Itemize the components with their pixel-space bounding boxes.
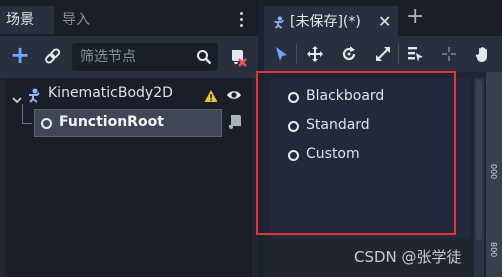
attach-script-icon[interactable] [228, 47, 248, 67]
tab-label: [未保存](*) [290, 14, 361, 30]
tree-item-label: KinematicBody2D [48, 85, 173, 101]
scene-dock: 场景 导入 + KinematicBody2D [0, 0, 258, 277]
search-icon [196, 49, 212, 65]
dock-tab-bar: 场景 导入 [0, 0, 258, 36]
pan-hand-icon[interactable] [474, 45, 492, 63]
ruler-mark: 800 [489, 242, 498, 258]
scene-tree: KinematicBody2D FunctionRoot [6, 78, 252, 277]
chevron-down-icon[interactable] [12, 90, 22, 104]
rotate-tool-icon[interactable] [340, 45, 358, 63]
kinematic-body-icon [26, 87, 42, 103]
annotation-highlight-box [256, 71, 456, 235]
tree-connector [22, 104, 32, 124]
ruler-mark: 000 [489, 164, 498, 180]
warning-icon[interactable] [204, 88, 218, 102]
add-node-icon[interactable]: + [10, 43, 32, 67]
tab-scene[interactable]: 场景 [0, 6, 54, 34]
vertical-scrollbar[interactable] [474, 78, 484, 277]
editor-toolbar [264, 36, 502, 72]
scale-tool-icon[interactable] [374, 45, 392, 63]
scene-toolbar: + [0, 36, 258, 78]
close-tab-icon[interactable]: ✕ [378, 12, 391, 31]
tree-item-label: FunctionRoot [59, 114, 164, 130]
vertical-ruler: 000 800 [486, 72, 502, 277]
control-node-icon [41, 118, 52, 129]
add-tab-button[interactable]: + [406, 6, 424, 28]
pivot-tool-icon[interactable] [440, 45, 458, 63]
move-tool-icon[interactable] [306, 45, 324, 63]
scene-tab-bar: [未保存](*) ✕ + [264, 0, 502, 36]
toolbar-divider [398, 44, 399, 64]
tab-unsaved-scene[interactable]: [未保存](*) ✕ [264, 6, 398, 36]
visibility-eye-icon[interactable] [226, 87, 242, 103]
tree-item-functionroot[interactable]: FunctionRoot [34, 109, 222, 137]
watermark: CSDN @张学徒 [354, 248, 462, 266]
scrollbar-thumb[interactable] [476, 80, 482, 240]
toolbar-divider [296, 44, 297, 64]
tab-import[interactable]: 导入 [56, 6, 106, 34]
list-select-icon[interactable] [406, 45, 424, 63]
dock-menu-icon[interactable] [240, 12, 244, 28]
script-icon[interactable] [228, 114, 242, 130]
instance-scene-icon[interactable] [40, 42, 68, 70]
tree-item-kinematicbody2d[interactable]: KinematicBody2D [6, 82, 252, 108]
select-cursor-icon[interactable] [272, 45, 290, 63]
kinematic-body-icon [272, 14, 286, 29]
